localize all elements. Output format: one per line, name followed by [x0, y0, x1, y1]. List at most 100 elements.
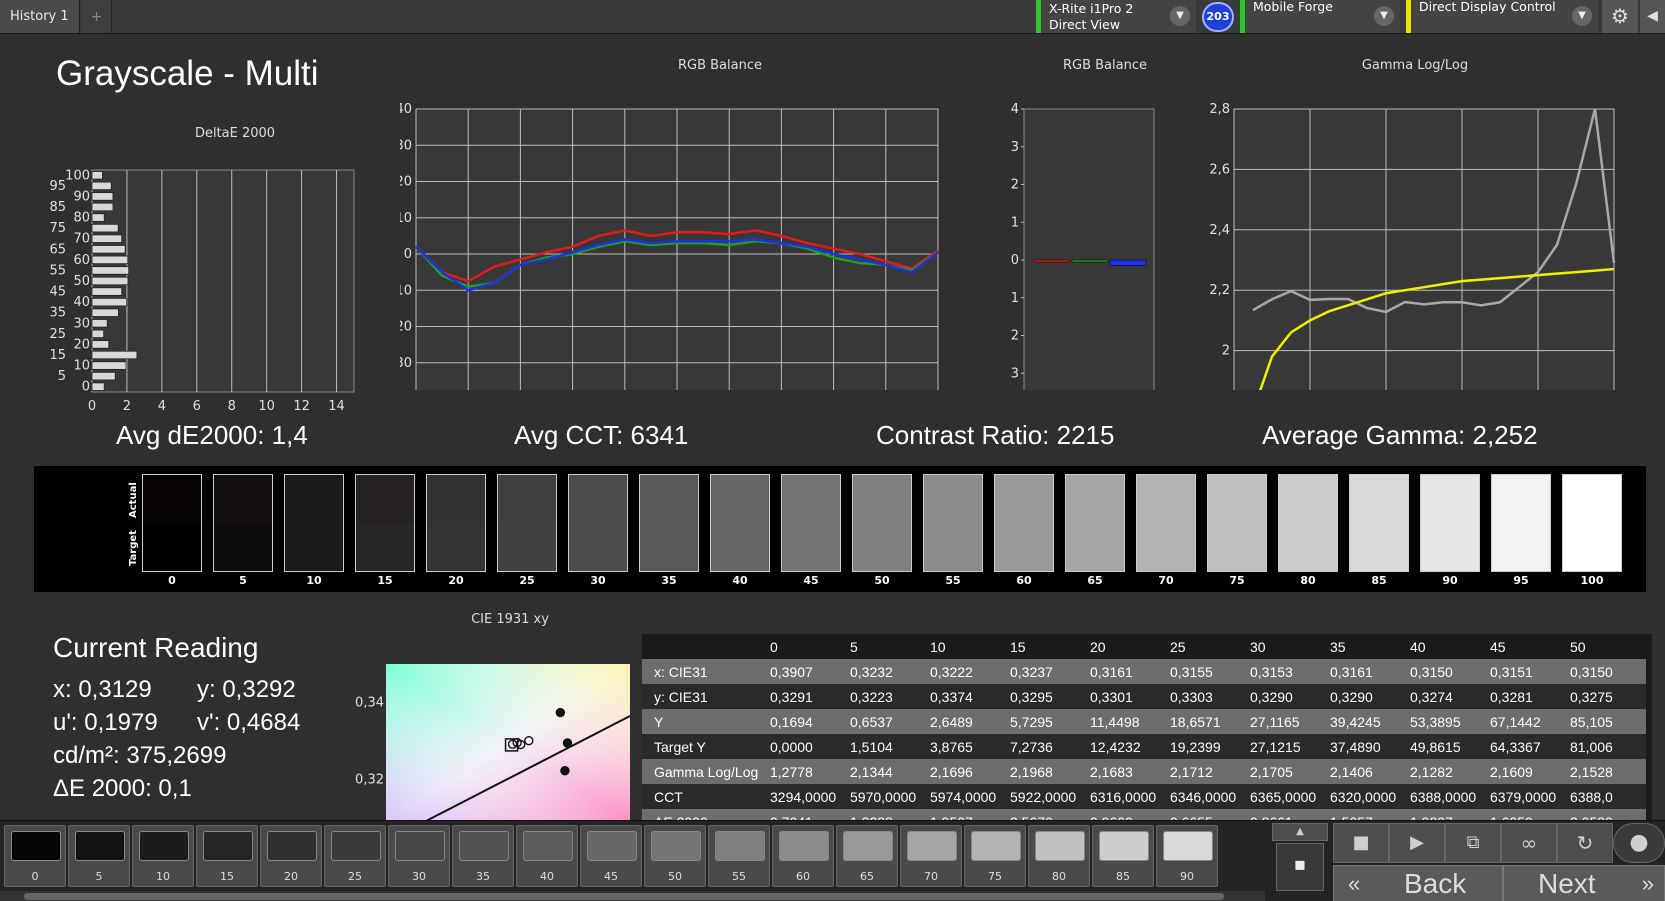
swatch-target [1208, 523, 1266, 571]
rgb100-y-tick: 1 [1011, 215, 1019, 230]
patch-button[interactable]: 10 [132, 825, 194, 887]
deltae-x-tick: 2 [123, 399, 131, 414]
grayscale-swatch[interactable] [142, 474, 202, 572]
table-cell: 0,3274 [1406, 684, 1486, 709]
grayscale-swatch[interactable] [639, 474, 699, 572]
swatch-label: 50 [874, 574, 890, 587]
loop-icon[interactable]: ∞ [1501, 823, 1557, 863]
rgb-y-tick: 40 [400, 102, 412, 117]
table-column-header: 0 [766, 634, 846, 659]
cie-point-filled [563, 739, 572, 747]
patch-button[interactable]: 90 [1156, 825, 1218, 887]
grayscale-swatch[interactable] [1562, 474, 1622, 572]
pattern-generator-selector[interactable]: Mobile Forge ▼ [1240, 0, 1400, 33]
patch-color [779, 831, 829, 861]
meter-selector[interactable]: X-Rite i1Pro 2 Direct View ▼ [1036, 0, 1196, 33]
deltae-y-tick: 50 [73, 274, 90, 289]
next-button[interactable]: Next » [1503, 865, 1665, 901]
grayscale-swatch[interactable] [923, 474, 983, 572]
grayscale-swatch[interactable] [284, 474, 344, 572]
gamma-chart: 2,82,62,42,221,8020406080100 [1209, 102, 1616, 390]
grayscale-swatch[interactable] [994, 474, 1054, 572]
single-step-icon[interactable]: ⧉ [1445, 823, 1501, 863]
swatch-actual [356, 475, 414, 523]
grayscale-swatch[interactable] [710, 474, 770, 572]
grayscale-swatch[interactable] [213, 474, 273, 572]
grayscale-swatch[interactable] [1349, 474, 1409, 572]
table-cell: 39,4245 [1326, 709, 1406, 734]
grayscale-swatch[interactable] [1207, 474, 1267, 572]
grayscale-swatch[interactable] [568, 474, 628, 572]
grayscale-swatch[interactable] [852, 474, 912, 572]
patch-button[interactable]: 65 [836, 825, 898, 887]
patch-color [1099, 831, 1149, 861]
patch-button[interactable]: 70 [900, 825, 962, 887]
patch-button[interactable]: 35 [452, 825, 514, 887]
swatch-target [498, 523, 556, 571]
patch-button[interactable]: 0 [4, 825, 66, 887]
patch-button[interactable]: 15 [196, 825, 258, 887]
table-cell: 0,3281 [1486, 684, 1566, 709]
patch-button[interactable]: 30 [388, 825, 450, 887]
grayscale-swatch[interactable] [426, 474, 486, 572]
patch-button[interactable]: 20 [260, 825, 322, 887]
add-tab-button[interactable]: + [82, 0, 112, 33]
deltae-bar [91, 181, 112, 191]
rgb-y-tick: 10 [400, 211, 412, 226]
patch-button[interactable]: 40 [516, 825, 578, 887]
stop-measure-button[interactable]: ⏹ [1276, 843, 1324, 891]
grayscale-swatch[interactable] [781, 474, 841, 572]
patch-button[interactable]: 55 [708, 825, 770, 887]
back-chevron-icon: « [1348, 871, 1361, 896]
meter-name: X-Rite i1Pro 2 [1049, 1, 1134, 16]
tab-history[interactable]: History 1 [0, 0, 80, 33]
patch-button[interactable]: 85 [1092, 825, 1154, 887]
grayscale-swatch[interactable] [1420, 474, 1480, 572]
table-cell: 0,3303 [1166, 684, 1246, 709]
patch-button[interactable]: 5 [68, 825, 130, 887]
table-cell: 2,1968 [1006, 759, 1086, 784]
table-column-header: 30 [1246, 634, 1326, 659]
grayscale-swatch[interactable] [355, 474, 415, 572]
back-button[interactable]: « Back [1333, 865, 1503, 901]
deltae-y-tick: 25 [50, 327, 66, 342]
stop-icon[interactable]: ■ [1333, 823, 1389, 863]
grayscale-swatch[interactable] [1491, 474, 1551, 572]
patch-button[interactable]: 25 [324, 825, 386, 887]
rgb100-bar [1109, 259, 1147, 266]
meter-badge[interactable]: 203 [1202, 2, 1234, 32]
patch-button[interactable]: 80 [1028, 825, 1090, 887]
table-cell: 0,3161 [1326, 659, 1406, 684]
grayscale-swatch[interactable] [1136, 474, 1196, 572]
scroll-up-icon[interactable]: ▲ [1272, 823, 1328, 841]
refresh-icon[interactable]: ↻ [1557, 823, 1613, 863]
patch-label: 60 [796, 870, 810, 883]
swatch-actual [285, 475, 343, 523]
rgb-y-tick: 0 [404, 247, 412, 262]
deltae-y-tick: 40 [73, 295, 90, 310]
gear-icon[interactable]: ⚙ [1602, 0, 1638, 33]
grayscale-swatch[interactable] [1065, 474, 1125, 572]
swatch-label: 25 [519, 574, 535, 587]
swatch-target [782, 523, 840, 571]
display-control-selector[interactable]: Direct Display Control ▼ [1406, 0, 1598, 33]
patch-button[interactable]: 45 [580, 825, 642, 887]
record-icon[interactable]: ● [1613, 823, 1665, 863]
swatch-target [924, 523, 982, 571]
patch-button[interactable]: 60 [772, 825, 834, 887]
table-row-label: x: CIE31 [642, 659, 766, 684]
patch-button[interactable]: 75 [964, 825, 1026, 887]
table-cell: 0,3222 [926, 659, 1006, 684]
deltae-bar [91, 382, 105, 391]
patch-scrollbar[interactable] [0, 891, 1265, 901]
swatch-target [1279, 523, 1337, 571]
grayscale-swatch[interactable] [497, 474, 557, 572]
scrollbar-thumb[interactable] [24, 893, 1224, 900]
play-icon[interactable]: ▶ [1389, 823, 1445, 863]
collapse-arrow-icon[interactable]: ◀ [1640, 0, 1665, 33]
patch-button[interactable]: 50 [644, 825, 706, 887]
deltae-y-tick: 45 [50, 285, 66, 300]
grayscale-swatch[interactable] [1278, 474, 1338, 572]
deltae-y-tick: 75 [50, 221, 66, 236]
swatch-label: 5 [239, 574, 247, 587]
